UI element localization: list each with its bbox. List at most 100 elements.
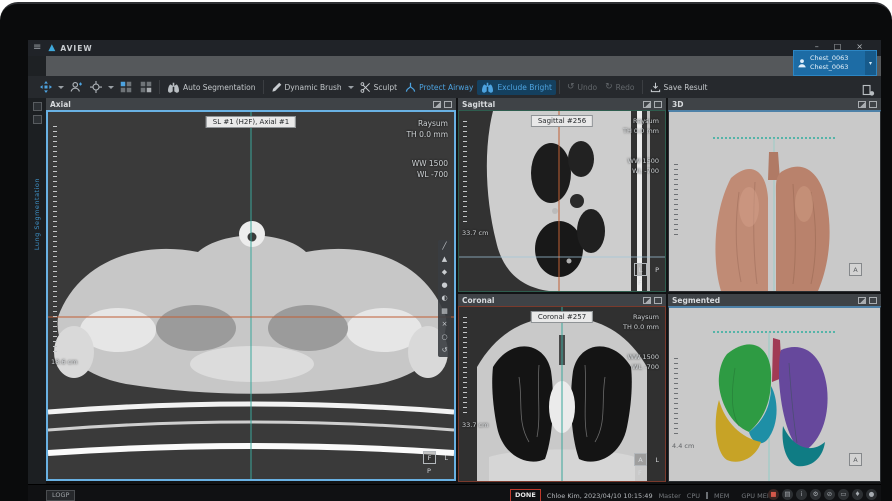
axial-viewport: Axial bbox=[46, 98, 456, 482]
segmented-ruler-label: 4.4 cm bbox=[672, 442, 694, 450]
axial-orientation-marker: F L P bbox=[420, 451, 448, 475]
sagittal-header: Sagittal bbox=[458, 98, 666, 110]
crosshair-dropdown-caret-icon[interactable] bbox=[108, 86, 114, 89]
axial-rendermode-annotation: Raysum TH 0.0 mm bbox=[406, 118, 448, 141]
save-result-label: Save Result bbox=[664, 83, 708, 92]
undo-button[interactable]: ↺ Undo bbox=[563, 81, 601, 94]
user-timestamp: Chloe Kim, 2023/04/10 10:15:49 bbox=[547, 492, 653, 500]
navigate-dropdown-caret-icon[interactable] bbox=[58, 86, 64, 89]
fullscreen-icon[interactable] bbox=[444, 101, 452, 108]
left-sidebar: Lung Segmentation bbox=[28, 98, 46, 484]
layout-grid-icon bbox=[120, 81, 132, 93]
panel-toggle-icon[interactable] bbox=[33, 102, 42, 111]
crosshair-tool-button[interactable] bbox=[86, 79, 106, 95]
undo-icon: ↺ bbox=[567, 83, 575, 92]
lungs-blue-icon bbox=[481, 82, 494, 93]
coronal-canvas[interactable]: Coronal #257 Raysum TH 0.0 mm WW 1500 WL… bbox=[458, 306, 666, 482]
viewport-area: Lung Segmentation Axial bbox=[28, 98, 881, 484]
sculpt-button[interactable]: Sculpt bbox=[356, 80, 401, 95]
fullscreen-icon[interactable] bbox=[654, 297, 662, 304]
sidebar-tab-lung-segmentation[interactable]: Lung Segmentation bbox=[33, 178, 41, 250]
edit-tool-icon[interactable]: ◐ bbox=[441, 295, 447, 302]
compare-layout-button[interactable] bbox=[136, 79, 156, 95]
account-icon[interactable]: ● bbox=[866, 489, 877, 500]
patient-dropdown-caret-icon[interactable]: ▾ bbox=[865, 51, 876, 75]
edit-tool-icon[interactable]: ▲ bbox=[442, 256, 447, 263]
app-logo-icon: ▲ bbox=[48, 43, 55, 53]
mem-label: MEM bbox=[714, 492, 729, 500]
dynamic-brush-button[interactable]: Dynamic Brush bbox=[267, 80, 346, 95]
edit-tool-icon[interactable]: ▦ bbox=[441, 308, 448, 315]
sagittal-ruler bbox=[463, 121, 467, 225]
patient-icon bbox=[797, 58, 807, 68]
coronal-title: Coronal bbox=[462, 296, 494, 305]
dynamic-brush-caret-icon[interactable] bbox=[348, 86, 354, 89]
toolbar-separator bbox=[263, 80, 264, 94]
redo-label: Redo bbox=[616, 83, 635, 92]
capture-icon[interactable] bbox=[858, 101, 866, 108]
fullscreen-icon[interactable] bbox=[869, 297, 877, 304]
panel-toggle2-icon[interactable] bbox=[33, 115, 42, 124]
navigate-tool-button[interactable] bbox=[36, 79, 56, 95]
sagittal-canvas[interactable]: Sagittal #256 Raysum TH 0.0 mm WW 1500 W… bbox=[458, 110, 666, 292]
axial-ruler bbox=[53, 126, 57, 354]
edit-tool-icon[interactable]: × bbox=[442, 321, 448, 328]
coronal-ruler-label: 33.7 cm bbox=[462, 421, 488, 429]
capture-icon[interactable] bbox=[858, 297, 866, 304]
patient-info-bar bbox=[46, 56, 881, 76]
app-window: ≡ ▲ AVIEW – □ × Chest_0063 Chest_0063 ▾ bbox=[28, 40, 881, 501]
capture-icon[interactable] bbox=[433, 101, 441, 108]
exclude-bright-button[interactable]: Exclude Bright bbox=[477, 80, 556, 95]
edit-tool-icon[interactable]: ● bbox=[441, 282, 447, 289]
study-name-line1: Chest_0063 bbox=[810, 54, 848, 63]
auto-segmentation-label: Auto Segmentation bbox=[183, 83, 256, 92]
capture-icon[interactable] bbox=[643, 297, 651, 304]
registration-tool-button[interactable] bbox=[66, 79, 86, 95]
auto-segmentation-button[interactable]: Auto Segmentation bbox=[163, 80, 260, 95]
axial-canvas[interactable]: SL #1 (H2F), Axial #1 Raysum TH 0.0 mm W… bbox=[46, 110, 456, 481]
coronal-orientation-marker: A L F bbox=[631, 453, 659, 477]
hamburger-menu-icon[interactable]: ≡ bbox=[28, 40, 46, 56]
report-layout-icon bbox=[862, 84, 875, 96]
edit-tool-icon[interactable]: ╱ bbox=[442, 243, 446, 250]
segmented-canvas[interactable]: 4.4 cm A bbox=[668, 306, 881, 482]
edit-tool-icon[interactable]: ○ bbox=[441, 334, 447, 341]
protect-airway-label: Protect Airway bbox=[419, 83, 473, 92]
redo-button[interactable]: ↻ Redo bbox=[601, 81, 638, 94]
display-icon[interactable]: ▭ bbox=[838, 489, 849, 500]
sagittal-window-annotation: WW 1500 WL -700 bbox=[628, 157, 659, 177]
axial-window-annotation: WW 1500 WL -700 bbox=[412, 158, 448, 181]
edit-tool-icon[interactable]: ◆ bbox=[442, 269, 447, 276]
title-bar: ≡ ▲ AVIEW – □ × bbox=[28, 40, 881, 56]
fullscreen-icon[interactable] bbox=[654, 101, 662, 108]
settings-icon[interactable]: ⚙ bbox=[810, 489, 821, 500]
3d-orientation-marker: A bbox=[846, 263, 874, 287]
sagittal-viewport: Sagittal bbox=[458, 98, 666, 292]
rec-icon[interactable]: ■ bbox=[768, 489, 779, 500]
3d-canvas[interactable]: A bbox=[668, 110, 881, 292]
segmented-title: Segmented bbox=[672, 296, 720, 305]
coronal-slice-chip: Coronal #257 bbox=[531, 311, 593, 323]
toolbar-separator bbox=[159, 80, 160, 94]
info-icon[interactable]: i bbox=[796, 489, 807, 500]
dynamic-brush-label: Dynamic Brush bbox=[285, 83, 342, 92]
protect-airway-button[interactable]: Protect Airway bbox=[401, 80, 477, 95]
log-button[interactable]: LOGP bbox=[46, 490, 75, 501]
lungs-icon bbox=[167, 82, 180, 93]
toolbar-separator bbox=[642, 80, 643, 94]
fullscreen-icon[interactable] bbox=[869, 101, 877, 108]
capture-icon[interactable] bbox=[643, 101, 651, 108]
save-result-button[interactable]: Save Result bbox=[646, 80, 712, 95]
edit-tool-icon[interactable]: ↺ bbox=[442, 347, 448, 354]
layout-tool-button[interactable] bbox=[116, 79, 136, 95]
edit-toolstrip: ╱ ▲ ◆ ● ◐ ▦ × ○ ↺ bbox=[438, 240, 451, 357]
block-icon[interactable]: ⊘ bbox=[824, 489, 835, 500]
3d-header: 3D bbox=[668, 98, 881, 110]
patient-selector[interactable]: Chest_0063 Chest_0063 ▾ bbox=[793, 50, 877, 76]
status-main: DONE Chloe Kim, 2023/04/10 10:15:49 Mast… bbox=[508, 489, 765, 501]
report-icon[interactable]: ▤ bbox=[782, 489, 793, 500]
done-status-badge: DONE bbox=[510, 489, 541, 501]
bell-icon[interactable]: ♦ bbox=[852, 489, 863, 500]
toolbar-separator bbox=[559, 80, 560, 94]
cpu-toggle[interactable] bbox=[706, 492, 708, 499]
